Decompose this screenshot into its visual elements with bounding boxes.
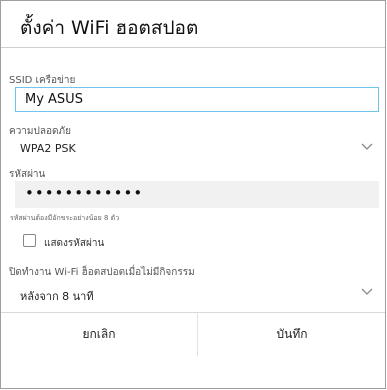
password-input[interactable]: ••••••••••••: [15, 181, 379, 208]
ssid-value: My ASUS: [25, 92, 83, 107]
ssid-label: SSID เครือข่าย: [9, 75, 76, 86]
password-label: รหัสผ่าน: [9, 169, 46, 180]
chevron-down-icon: [361, 288, 373, 295]
auto-off-dropdown[interactable]: หลังจาก 8 นาที: [1, 282, 387, 306]
show-password-label[interactable]: แสดงรหัสผ่าน: [44, 236, 104, 251]
show-password-checkbox[interactable]: [23, 234, 36, 247]
password-value: ••••••••••••: [25, 184, 144, 202]
password-hint: รหัสผ่านต้องมีอักขระอย่างน้อย 8 ตัว: [10, 214, 120, 222]
auto-off-selected-value: หลังจาก 8 นาที: [20, 290, 94, 303]
wifi-hotspot-dialog: ตั้งค่า WiFi ฮอตสปอต SSID เครือข่าย My A…: [0, 0, 386, 389]
dialog-title: ตั้งค่า WiFi ฮอตสปอต: [20, 17, 199, 39]
security-dropdown[interactable]: WPA2 PSK: [1, 137, 387, 161]
dialog-header: ตั้งค่า WiFi ฮอตสปอต: [1, 1, 385, 48]
ssid-input[interactable]: My ASUS: [15, 87, 379, 112]
security-selected-value: WPA2 PSK: [20, 142, 76, 155]
auto-off-label: ปิดทำงาน Wi-Fi ฮ็อตสปอตเมื่อไม่มีกิจกรรม: [9, 267, 195, 278]
chevron-down-icon: [361, 143, 373, 150]
save-button[interactable]: บันทึก: [198, 313, 386, 356]
cancel-button[interactable]: ยกเลิก: [1, 313, 197, 356]
dialog-button-bar: ยกเลิก บันทึก: [1, 312, 385, 356]
